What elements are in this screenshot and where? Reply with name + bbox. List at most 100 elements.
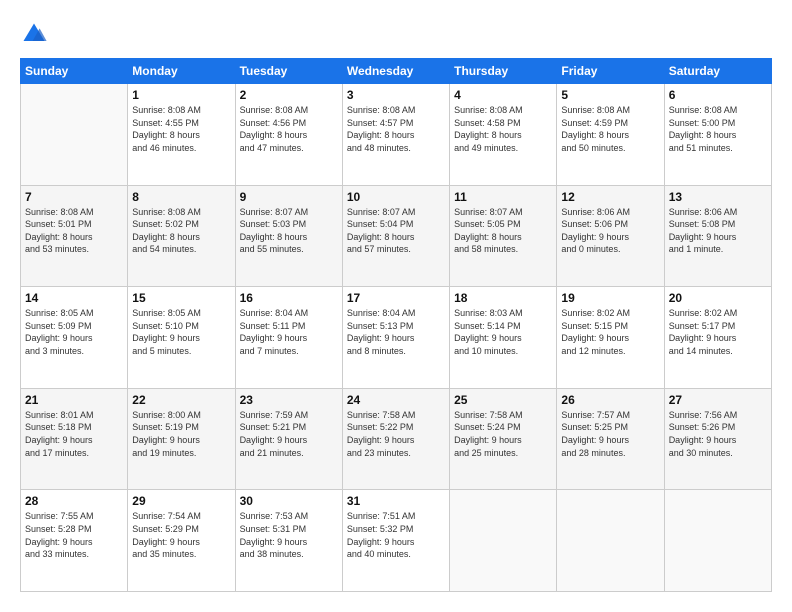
day-info: Sunrise: 8:05 AM Sunset: 5:09 PM Dayligh… [25,307,123,357]
calendar-cell: 1 Sunrise: 8:08 AM Sunset: 4:55 PM Daylig… [128,84,235,186]
day-info: Sunrise: 8:04 AM Sunset: 5:11 PM Dayligh… [240,307,338,357]
calendar-cell: 14 Sunrise: 8:05 AM Sunset: 5:09 PM Dayli… [21,287,128,389]
calendar-cell: 11Sunrise: 8:07 AM Sunset: 5:05 PM Dayli… [450,185,557,287]
day-info: Sunrise: 8:02 AM Sunset: 5:17 PM Dayligh… [669,307,767,357]
calendar-cell: 2 Sunrise: 8:08 AM Sunset: 4:56 PM Daylig… [235,84,342,186]
day-info: Sunrise: 8:06 AM Sunset: 5:08 PM Dayligh… [669,206,767,256]
day-number: 14 [25,291,123,305]
day-number: 13 [669,190,767,204]
calendar-cell: 7 Sunrise: 8:08 AM Sunset: 5:01 PM Daylig… [21,185,128,287]
day-number: 20 [669,291,767,305]
logo [20,20,52,48]
calendar-cell [664,490,771,592]
day-number: 19 [561,291,659,305]
calendar-cell: 4 Sunrise: 8:08 AM Sunset: 4:58 PM Daylig… [450,84,557,186]
day-info: Sunrise: 8:08 AM Sunset: 5:02 PM Dayligh… [132,206,230,256]
day-number: 3 [347,88,445,102]
calendar-cell: 15 Sunrise: 8:05 AM Sunset: 5:10 PM Dayli… [128,287,235,389]
weekday-header: Tuesday [235,59,342,84]
calendar-cell: 13 Sunrise: 8:06 AM Sunset: 5:08 PM Dayli… [664,185,771,287]
weekday-header: Monday [128,59,235,84]
day-number: 2 [240,88,338,102]
calendar-cell: 8 Sunrise: 8:08 AM Sunset: 5:02 PM Daylig… [128,185,235,287]
calendar-cell: 30 Sunrise: 7:53 AM Sunset: 5:31 PM Dayli… [235,490,342,592]
day-info: Sunrise: 8:04 AM Sunset: 5:13 PM Dayligh… [347,307,445,357]
calendar-cell: 31Sunrise: 7:51 AM Sunset: 5:32 PM Dayli… [342,490,449,592]
day-number: 9 [240,190,338,204]
day-info: Sunrise: 7:54 AM Sunset: 5:29 PM Dayligh… [132,510,230,560]
calendar-week-row: 7 Sunrise: 8:08 AM Sunset: 5:01 PM Daylig… [21,185,772,287]
calendar-cell: 22Sunrise: 8:00 AM Sunset: 5:19 PM Dayli… [128,388,235,490]
day-number: 23 [240,393,338,407]
day-info: Sunrise: 7:59 AM Sunset: 5:21 PM Dayligh… [240,409,338,459]
day-number: 4 [454,88,552,102]
weekday-header: Sunday [21,59,128,84]
day-number: 15 [132,291,230,305]
day-info: Sunrise: 8:08 AM Sunset: 4:57 PM Dayligh… [347,104,445,154]
calendar-cell: 3 Sunrise: 8:08 AM Sunset: 4:57 PM Daylig… [342,84,449,186]
day-info: Sunrise: 7:58 AM Sunset: 5:24 PM Dayligh… [454,409,552,459]
day-number: 28 [25,494,123,508]
day-info: Sunrise: 8:08 AM Sunset: 4:59 PM Dayligh… [561,104,659,154]
weekday-header: Saturday [664,59,771,84]
day-number: 6 [669,88,767,102]
calendar-cell [21,84,128,186]
day-number: 27 [669,393,767,407]
calendar-cell: 5Sunrise: 8:08 AM Sunset: 4:59 PM Daylig… [557,84,664,186]
calendar-week-row: 1 Sunrise: 8:08 AM Sunset: 4:55 PM Daylig… [21,84,772,186]
calendar-cell [450,490,557,592]
weekday-header: Thursday [450,59,557,84]
day-number: 17 [347,291,445,305]
day-info: Sunrise: 8:06 AM Sunset: 5:06 PM Dayligh… [561,206,659,256]
day-info: Sunrise: 8:01 AM Sunset: 5:18 PM Dayligh… [25,409,123,459]
day-number: 26 [561,393,659,407]
day-info: Sunrise: 8:03 AM Sunset: 5:14 PM Dayligh… [454,307,552,357]
logo-icon [20,20,48,48]
calendar-cell: 19 Sunrise: 8:02 AM Sunset: 5:15 PM Dayli… [557,287,664,389]
day-number: 7 [25,190,123,204]
calendar-cell: 28 Sunrise: 7:55 AM Sunset: 5:28 PM Dayli… [21,490,128,592]
day-info: Sunrise: 7:58 AM Sunset: 5:22 PM Dayligh… [347,409,445,459]
header [20,20,772,48]
day-info: Sunrise: 7:51 AM Sunset: 5:32 PM Dayligh… [347,510,445,560]
calendar-cell: 17 Sunrise: 8:04 AM Sunset: 5:13 PM Dayli… [342,287,449,389]
day-info: Sunrise: 8:08 AM Sunset: 4:56 PM Dayligh… [240,104,338,154]
day-number: 16 [240,291,338,305]
calendar-cell: 12Sunrise: 8:06 AM Sunset: 5:06 PM Dayli… [557,185,664,287]
day-info: Sunrise: 8:00 AM Sunset: 5:19 PM Dayligh… [132,409,230,459]
calendar-week-row: 14 Sunrise: 8:05 AM Sunset: 5:09 PM Dayli… [21,287,772,389]
day-number: 8 [132,190,230,204]
calendar-week-row: 21Sunrise: 8:01 AM Sunset: 5:18 PM Dayli… [21,388,772,490]
day-number: 24 [347,393,445,407]
calendar-cell: 25 Sunrise: 7:58 AM Sunset: 5:24 PM Dayli… [450,388,557,490]
calendar-header-row: SundayMondayTuesdayWednesdayThursdayFrid… [21,59,772,84]
day-info: Sunrise: 8:02 AM Sunset: 5:15 PM Dayligh… [561,307,659,357]
day-info: Sunrise: 7:57 AM Sunset: 5:25 PM Dayligh… [561,409,659,459]
day-number: 10 [347,190,445,204]
weekday-header: Wednesday [342,59,449,84]
calendar-cell: 26 Sunrise: 7:57 AM Sunset: 5:25 PM Dayli… [557,388,664,490]
calendar-cell: 23 Sunrise: 7:59 AM Sunset: 5:21 PM Dayli… [235,388,342,490]
day-info: Sunrise: 8:05 AM Sunset: 5:10 PM Dayligh… [132,307,230,357]
day-info: Sunrise: 8:08 AM Sunset: 4:58 PM Dayligh… [454,104,552,154]
calendar-cell: 29 Sunrise: 7:54 AM Sunset: 5:29 PM Dayli… [128,490,235,592]
day-number: 18 [454,291,552,305]
day-info: Sunrise: 8:07 AM Sunset: 5:05 PM Dayligh… [454,206,552,256]
day-number: 1 [132,88,230,102]
day-number: 29 [132,494,230,508]
calendar-cell: 20 Sunrise: 8:02 AM Sunset: 5:17 PM Dayli… [664,287,771,389]
day-info: Sunrise: 8:07 AM Sunset: 5:04 PM Dayligh… [347,206,445,256]
day-info: Sunrise: 8:07 AM Sunset: 5:03 PM Dayligh… [240,206,338,256]
day-info: Sunrise: 8:08 AM Sunset: 5:01 PM Dayligh… [25,206,123,256]
day-info: Sunrise: 7:55 AM Sunset: 5:28 PM Dayligh… [25,510,123,560]
day-info: Sunrise: 8:08 AM Sunset: 4:55 PM Dayligh… [132,104,230,154]
calendar-cell: 9 Sunrise: 8:07 AM Sunset: 5:03 PM Daylig… [235,185,342,287]
calendar-cell [557,490,664,592]
calendar-cell: 16 Sunrise: 8:04 AM Sunset: 5:11 PM Dayli… [235,287,342,389]
calendar-cell: 21Sunrise: 8:01 AM Sunset: 5:18 PM Dayli… [21,388,128,490]
calendar-cell: 6Sunrise: 8:08 AM Sunset: 5:00 PM Daylig… [664,84,771,186]
day-number: 25 [454,393,552,407]
weekday-header: Friday [557,59,664,84]
day-number: 30 [240,494,338,508]
day-info: Sunrise: 7:53 AM Sunset: 5:31 PM Dayligh… [240,510,338,560]
